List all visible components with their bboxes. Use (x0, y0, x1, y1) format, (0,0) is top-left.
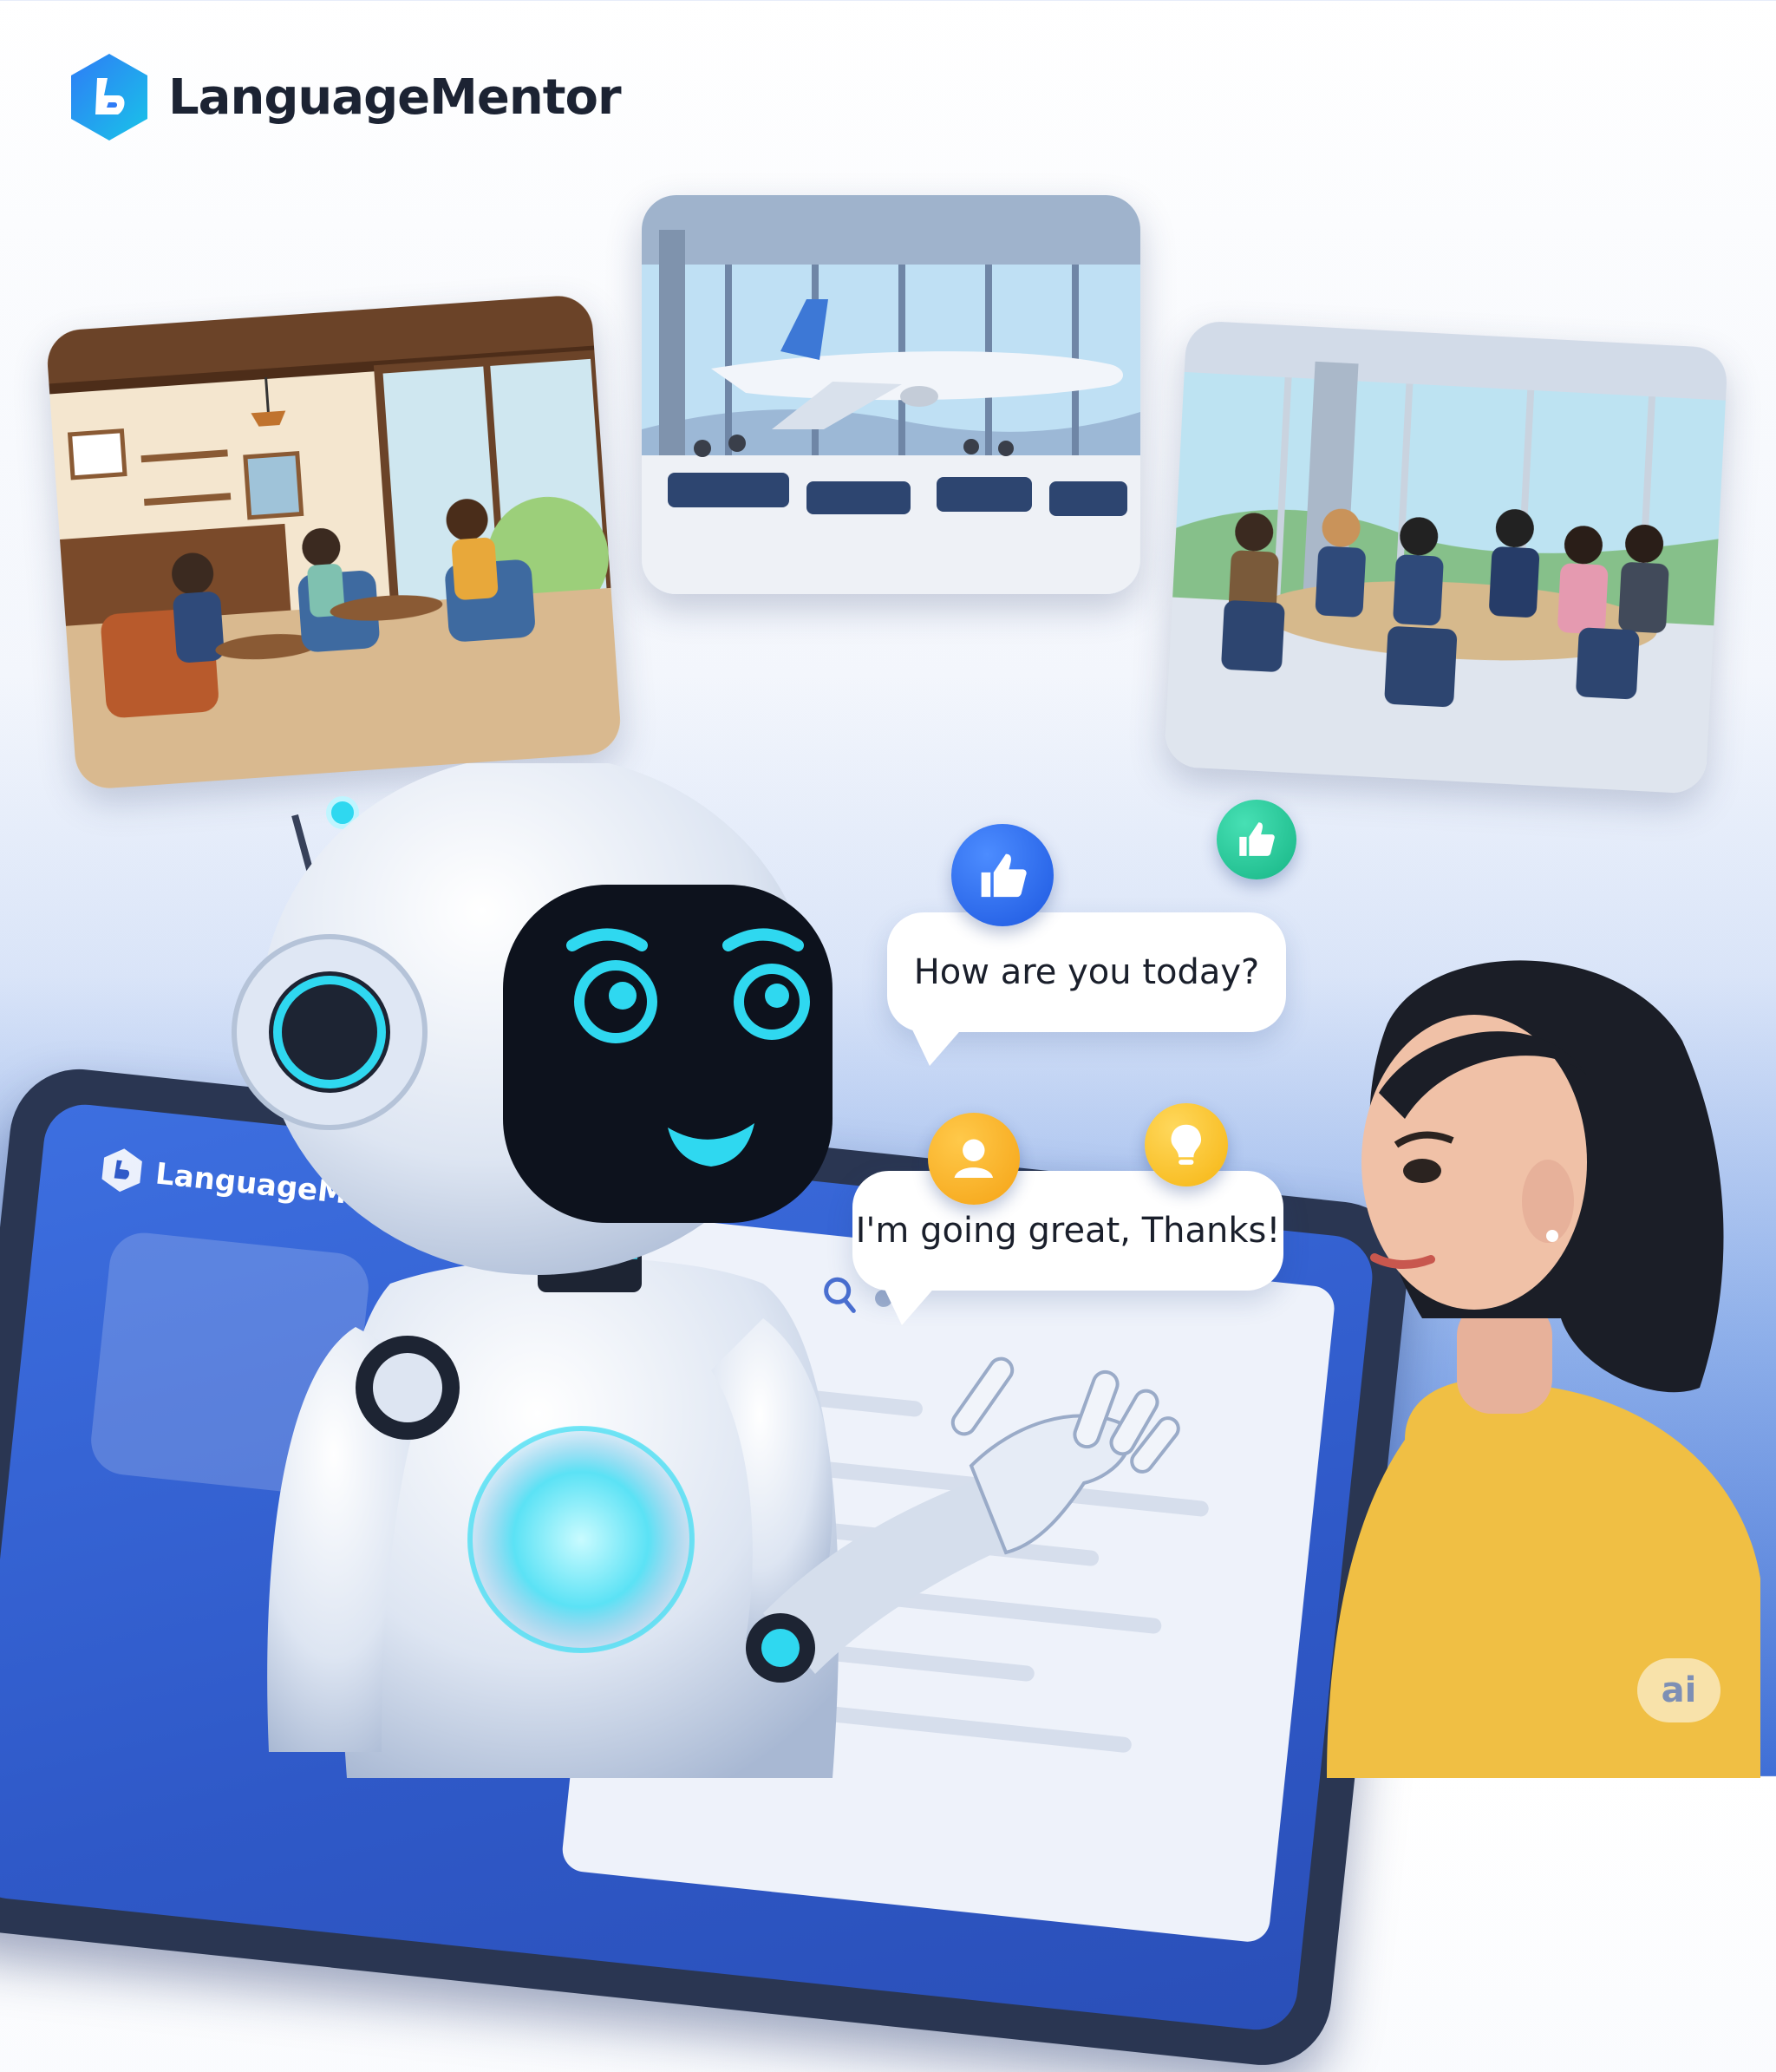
ai-watermark: ai (1637, 1658, 1720, 1722)
question-bubble-tail (911, 1026, 964, 1066)
question-bubble: How are you today? (887, 912, 1286, 1032)
cafe-scene (45, 293, 623, 791)
hexagon-logo-icon (71, 54, 147, 141)
answer-bubble-tail (883, 1285, 937, 1325)
learner-woman (1327, 960, 1760, 1778)
answer-bubble: I'm going great, Thanks! (852, 1171, 1283, 1291)
brand-logo: LanguageMentor (69, 52, 622, 142)
thumbs-up-chat-icon[interactable] (1217, 800, 1296, 879)
brand-name: LanguageMentor (168, 69, 622, 126)
meeting-scene (1163, 319, 1729, 795)
airport-scene (642, 195, 1140, 594)
answer-text: I'm going great, Thanks! (855, 1211, 1281, 1251)
lightbulb-icon[interactable] (1145, 1103, 1228, 1186)
hexagon-logo-icon (101, 1148, 142, 1193)
person-icon[interactable] (928, 1113, 1020, 1205)
question-text: How are you today? (913, 952, 1260, 992)
thumbs-up-icon[interactable] (951, 824, 1054, 926)
